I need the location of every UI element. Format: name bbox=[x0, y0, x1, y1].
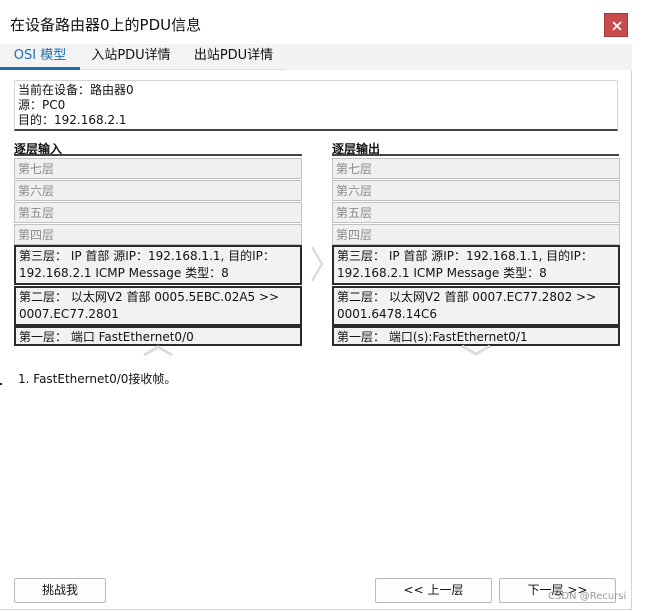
current-device-label: 当前在设备：路由器0 bbox=[18, 83, 134, 97]
down-arrow-icon bbox=[461, 344, 491, 356]
out-layer-2[interactable]: 第二层： 以太网V2 首部 0007.EC77.2802 >> 0001.647… bbox=[332, 286, 620, 326]
edge-marker bbox=[0, 383, 2, 385]
step-description: 1. FastEthernet0/0接收帧。 bbox=[18, 372, 177, 386]
out-layer-5[interactable]: 第五层 bbox=[332, 202, 620, 223]
pdu-info-window: 在设备路由器0上的PDU信息 OSI 模型 入站PDU详情 出站PDU详情 当前… bbox=[0, 0, 632, 610]
device-info-panel: 当前在设备：路由器0 源：PC0 目的：192.168.2.1 bbox=[14, 80, 618, 131]
in-layer-4[interactable]: 第四层 bbox=[14, 224, 302, 245]
out-header-divider bbox=[332, 154, 619, 156]
tab-inbound-pdu[interactable]: 入站PDU详情 bbox=[80, 44, 182, 70]
tab-bar-filler bbox=[285, 44, 632, 70]
out-layer-6[interactable]: 第六层 bbox=[332, 180, 620, 201]
out-layer-7[interactable]: 第七层 bbox=[332, 158, 620, 179]
in-layer-7[interactable]: 第七层 bbox=[14, 158, 302, 179]
close-icon bbox=[612, 21, 622, 31]
in-layer-2[interactable]: 第二层： 以太网V2 首部 0005.5EBC.02A5 >> 0007.EC7… bbox=[14, 286, 302, 326]
out-layer-1[interactable]: 第一层： 端口(s):FastEthernet0/1 bbox=[332, 326, 620, 346]
challenge-me-button[interactable]: 挑战我 bbox=[14, 578, 106, 603]
destination-label: 目的：192.168.2.1 bbox=[18, 113, 127, 127]
window-title: 在设备路由器0上的PDU信息 bbox=[10, 16, 202, 34]
watermark: CSDN @Recursi bbox=[548, 591, 627, 602]
in-layer-1[interactable]: 第一层： 端口 FastEthernet0/0 bbox=[14, 326, 302, 346]
tab-osi-model[interactable]: OSI 模型 bbox=[0, 44, 80, 70]
close-button[interactable] bbox=[604, 13, 628, 37]
in-layer-5[interactable]: 第五层 bbox=[14, 202, 302, 223]
out-layer-4[interactable]: 第四层 bbox=[332, 224, 620, 245]
source-label: 源：PC0 bbox=[18, 98, 66, 112]
out-layer-3[interactable]: 第三层： IP 首部 源IP：192.168.1.1, 目的IP：192.168… bbox=[332, 245, 620, 285]
in-header-divider bbox=[14, 154, 302, 156]
up-arrow-icon bbox=[143, 345, 173, 356]
chevron-right-icon bbox=[311, 246, 324, 282]
in-layer-6[interactable]: 第六层 bbox=[14, 180, 302, 201]
tab-bar: OSI 模型 入站PDU详情 出站PDU详情 bbox=[0, 44, 632, 70]
in-layer-3[interactable]: 第三层： IP 首部 源IP：192.168.1.1, 目的IP：192.168… bbox=[14, 245, 302, 285]
tab-outbound-pdu[interactable]: 出站PDU详情 bbox=[182, 44, 285, 70]
previous-layer-button[interactable]: << 上一层 bbox=[375, 578, 492, 603]
title-bar: 在设备路由器0上的PDU信息 bbox=[0, 0, 632, 44]
